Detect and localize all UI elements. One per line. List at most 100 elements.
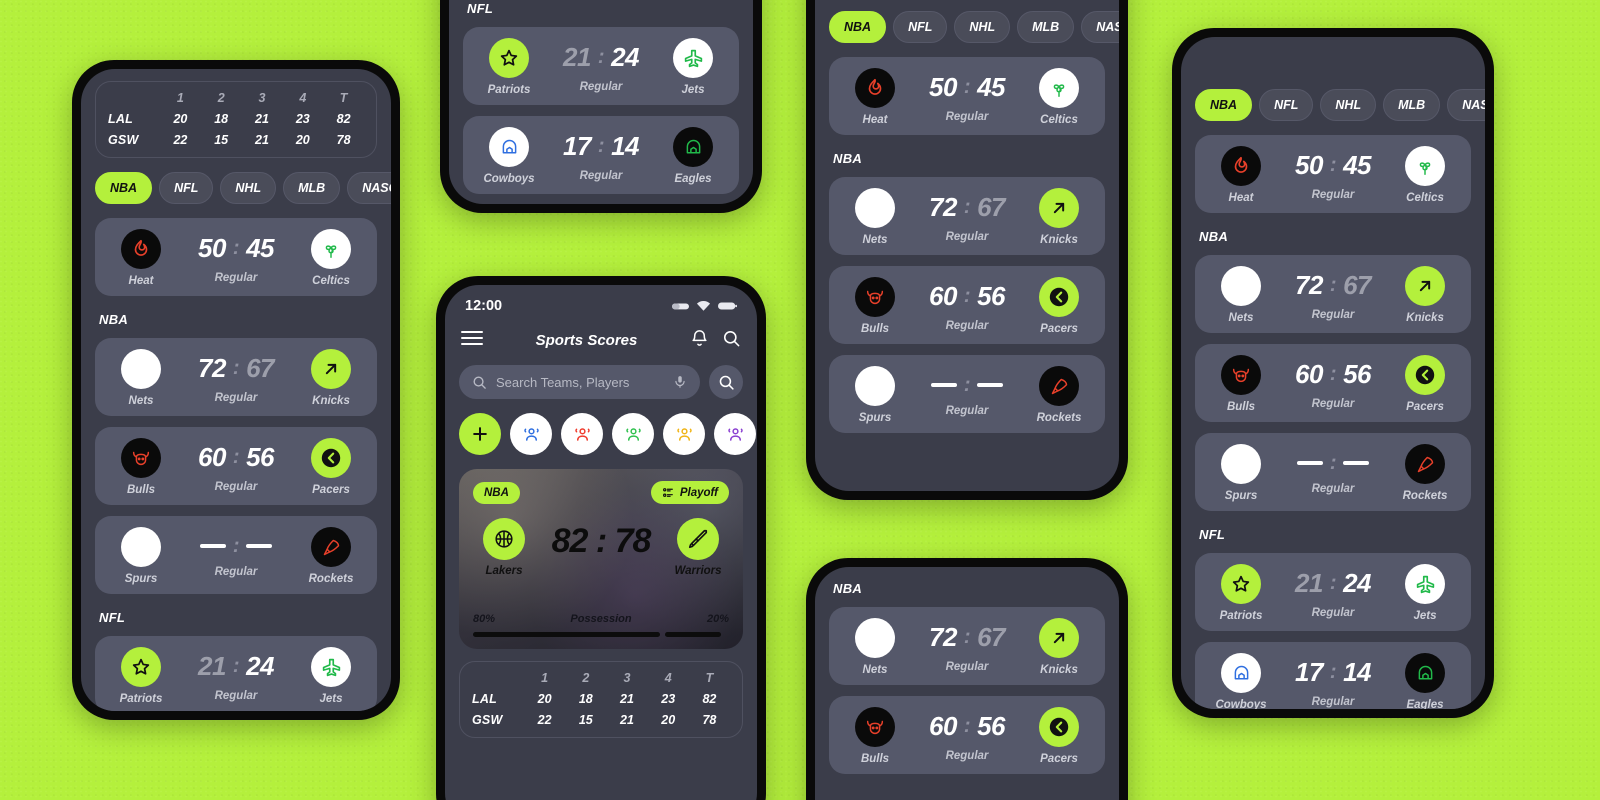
match-card-bulls-pacers[interactable]: Bulls 60 : 56 Regular Pacers (829, 266, 1105, 344)
match-card-spurs-rockets[interactable]: Spurs : Regular Rockets (95, 516, 377, 594)
screen-top-center: NFL Patriots 21 : 24 Regular Jets Cowboy… (449, 0, 753, 204)
ranking-icon (662, 488, 673, 497)
match-card-nets-knicks[interactable]: Nets 72 : 67 Regular Knicks (829, 177, 1105, 255)
match-card-nets-knicks[interactable]: Nets 72 : 67 Regular Knicks (95, 338, 377, 416)
match-card-patriots-jets[interactable]: Patriots 21 : 24 Regular Jets (463, 27, 739, 105)
bull-icon (855, 707, 895, 747)
team-name: Eagles (674, 173, 712, 185)
blank-icon (855, 188, 895, 228)
team-home: Spurs (1209, 444, 1273, 502)
tab-nascar[interactable]: NASCAR (1081, 11, 1119, 43)
score-block: : Regular (907, 374, 1027, 417)
match-card-patriots-jets[interactable]: Patriots 21 : 24 Regular Jets (95, 636, 377, 711)
featured-match-card[interactable]: NBA Playoff Lakers 82 : 78 Warriors 80% … (459, 469, 743, 649)
arrow-up-right-icon (1039, 618, 1079, 658)
group-icon[interactable] (561, 413, 603, 455)
score-separator: : (597, 134, 605, 157)
sword-icon (677, 518, 719, 560)
boxscore-cell: 15 (214, 133, 229, 147)
score-separator: : (963, 625, 971, 648)
score-block: 60 : 56 Regular (907, 281, 1027, 332)
arrow-up-right-icon (311, 349, 351, 389)
team-home: Cowboys (477, 127, 541, 185)
group-icon[interactable] (663, 413, 705, 455)
match-card-spurs-rockets[interactable]: Spurs : Regular Rockets (829, 355, 1105, 433)
home-score: 72 (928, 621, 957, 652)
search-input[interactable]: Search Teams, Players (459, 365, 700, 399)
tab-nfl[interactable]: NFL (893, 11, 948, 43)
tab-nfl[interactable]: NFL (1259, 89, 1314, 121)
home-score: 50 (928, 71, 957, 102)
group-icon[interactable] (510, 413, 552, 455)
search-icon[interactable] (722, 329, 741, 353)
possession-bar (473, 632, 729, 637)
score-separator: : (232, 534, 240, 557)
team-name: Patriots (1219, 610, 1263, 622)
match-card-cowboys-eagles[interactable]: Cowboys 17 : 14 Regular Eagles (1195, 642, 1471, 709)
tab-nhl[interactable]: NHL (220, 172, 277, 204)
flame-icon (121, 229, 161, 269)
boxscore-header-t: T (339, 91, 348, 105)
tab-nascar[interactable]: NASCAR (347, 172, 391, 204)
flame-icon (855, 68, 895, 108)
match-card-heat-celtics[interactable]: Heat 50 : 45 Regular Celtics (829, 57, 1105, 135)
blank-icon (855, 366, 895, 406)
away-score: 24 (1343, 567, 1371, 598)
match-card-bulls-pacers[interactable]: Bulls 60 : 56 Regular Pacers (829, 696, 1105, 774)
match-card-patriots-jets[interactable]: Patriots 21 : 24 Regular Jets (1195, 553, 1471, 631)
team-home: Heat (109, 229, 173, 287)
boxscore-header-row: . 1 2 3 4 T (472, 671, 730, 685)
boxscore-cell: 82 (336, 112, 351, 126)
match-card-bulls-pacers[interactable]: Bulls 60 : 56 Regular Pacers (95, 427, 377, 505)
team-home: Heat (843, 68, 907, 126)
home-score: 72 (928, 191, 957, 222)
match-status: Regular (214, 271, 258, 284)
microphone-icon[interactable] (673, 374, 687, 390)
team-name: Bulls (126, 484, 156, 496)
add-team-button[interactable] (459, 413, 501, 455)
tab-mlb[interactable]: MLB (283, 172, 341, 204)
team-home: Spurs (843, 366, 907, 424)
boxscore-table: . 1 2 3 4 T LAL 20 18 21 23 82 GSW (95, 81, 377, 158)
boxscore-row: LAL 20 18 21 23 82 (108, 112, 364, 126)
match-card-spurs-rockets[interactable]: Spurs : Regular Rockets (1195, 433, 1471, 511)
team-away: Rockets (1027, 366, 1091, 424)
group-icon[interactable] (714, 413, 756, 455)
team-name: Celtics (312, 275, 350, 287)
tab-nba[interactable]: NBA (95, 172, 153, 204)
search-button[interactable] (709, 365, 743, 399)
boxscore-cell: 78 (702, 713, 717, 727)
team-home: Cowboys (1209, 653, 1273, 709)
tab-mlb[interactable]: MLB (1017, 11, 1075, 43)
home-score: 50 (197, 232, 226, 263)
match-card-nets-knicks[interactable]: Nets 72 : 67 Regular Knicks (829, 607, 1105, 685)
section-label-nba: NBA (833, 151, 863, 166)
match-status: Regular (214, 689, 258, 702)
match-card-nets-knicks[interactable]: Nets 72 : 67 Regular Knicks (1195, 255, 1471, 333)
team-away: Celtics (1393, 146, 1457, 204)
team-name: Nets (1228, 312, 1254, 324)
home-score: 60 (928, 710, 957, 741)
tab-nfl[interactable]: NFL (159, 172, 214, 204)
match-card-bulls-pacers[interactable]: Bulls 60 : 56 Regular Pacers (1195, 344, 1471, 422)
team-name: Heat (862, 114, 888, 126)
match-card-cowboys-eagles[interactable]: Cowboys 17 : 14 Regular Eagles (463, 116, 739, 194)
tab-nba[interactable]: NBA (829, 11, 887, 43)
boxscore-cell: 23 (661, 692, 676, 706)
match-card-heat-celtics[interactable]: Heat 50 : 45 Regular Celtics (95, 218, 377, 296)
group-icon[interactable] (612, 413, 654, 455)
tab-nhl[interactable]: NHL (1320, 89, 1377, 121)
match-card-heat-celtics[interactable]: Heat 50 : 45 Regular Celtics (1195, 135, 1471, 213)
featured-away-team: Warriors (667, 518, 729, 577)
home-score-placeholder (199, 544, 226, 548)
tab-nba[interactable]: NBA (1195, 89, 1253, 121)
boxscore-header-1: 1 (541, 671, 549, 685)
tab-mlb[interactable]: MLB (1383, 89, 1441, 121)
tab-nhl[interactable]: NHL (954, 11, 1011, 43)
bell-icon[interactable] (690, 328, 709, 353)
score-block: 21 : 24 Regular (541, 42, 661, 93)
team-name: Heat (128, 275, 154, 287)
tab-nascar[interactable]: NASCAR (1447, 89, 1485, 121)
boxscore-team: LAL (108, 112, 133, 126)
hamburger-icon[interactable] (461, 330, 483, 351)
